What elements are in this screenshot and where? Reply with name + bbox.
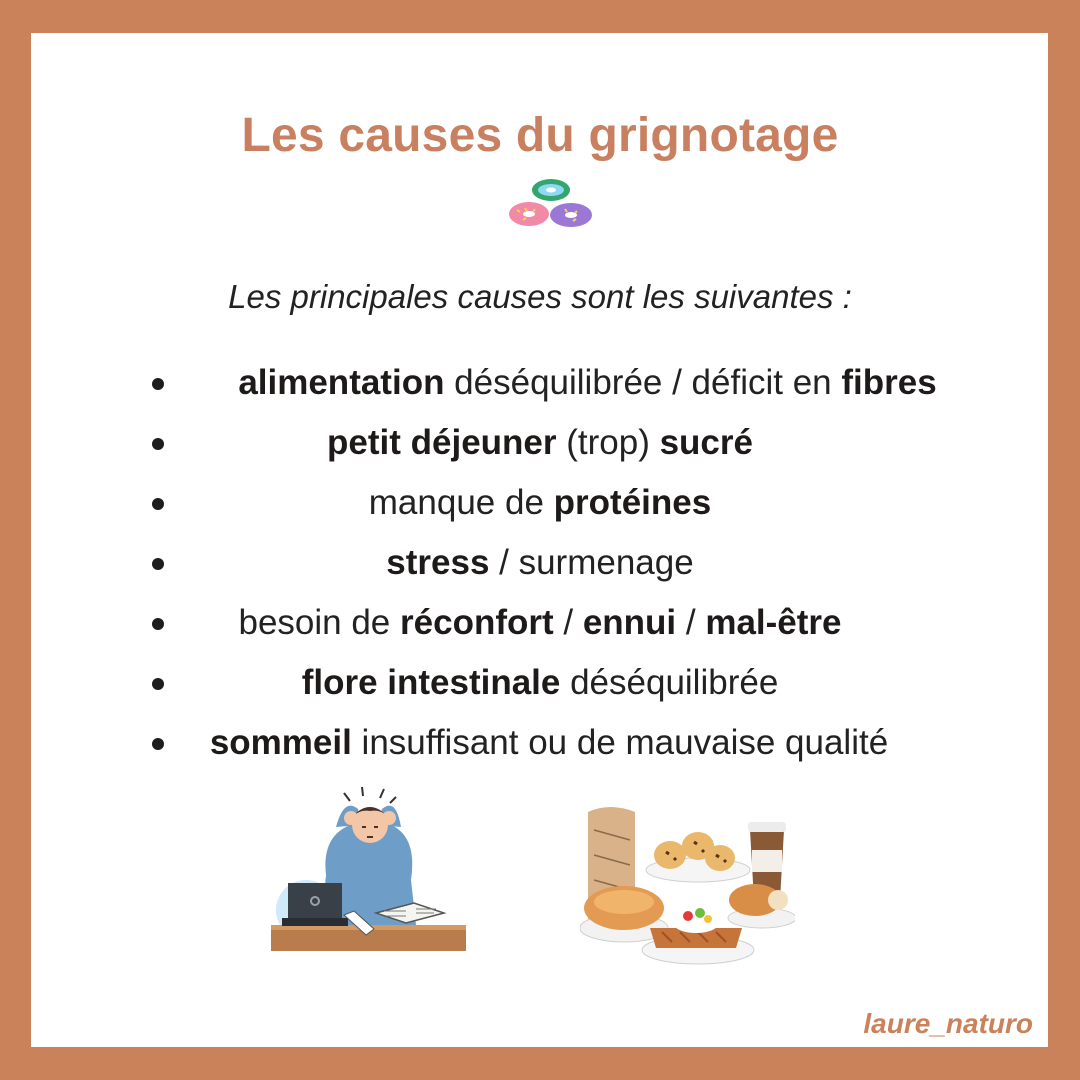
causes-list: alimentation déséquilibrée / déficit en … xyxy=(0,360,1080,780)
cause-item: manque de protéines xyxy=(0,480,1080,540)
cause-keyword: réconfort xyxy=(400,603,554,642)
cause-text: manque de protéines xyxy=(369,480,711,526)
bullet-icon xyxy=(152,498,164,510)
pastries-illustration xyxy=(580,807,795,965)
cause-detail: déséquilibrée xyxy=(560,663,779,702)
cause-text: besoin de réconfort / ennui / mal-être xyxy=(238,600,841,646)
cause-keyword: sommeil xyxy=(209,723,352,762)
cause-text: flore intestinale déséquilibrée xyxy=(302,660,779,706)
cause-keyword: mal-être xyxy=(705,603,842,642)
stressed-student-illustration xyxy=(271,786,466,951)
cause-keyword: alimentation xyxy=(238,363,445,402)
bullet-icon xyxy=(152,678,164,690)
cause-text: alimentation déséquilibrée / déficit en … xyxy=(143,360,936,406)
cause-detail: / xyxy=(676,603,706,642)
subtitle: Les principales causes sont les suivante… xyxy=(228,278,852,315)
cause-item: besoin de réconfort / ennui / mal-être xyxy=(0,600,1080,660)
cause-keyword: sucré xyxy=(659,423,753,462)
cause-item: alimentation déséquilibrée / déficit en … xyxy=(0,360,1080,420)
bullet-icon xyxy=(152,558,164,570)
cause-detail: déséquilibrée / déficit en xyxy=(444,363,842,402)
cause-keyword: stress xyxy=(386,543,490,582)
cause-item: stress / surmenage xyxy=(0,540,1080,600)
cause-item: flore intestinale déséquilibrée xyxy=(0,660,1080,720)
cause-detail: besoin de xyxy=(238,603,401,642)
page-title: Les causes du grignotage xyxy=(241,109,839,162)
bullet-icon xyxy=(152,438,164,450)
cause-item: sommeil insuffisant ou de mauvaise quali… xyxy=(0,720,1080,780)
bullet-icon xyxy=(152,378,164,390)
cause-text: stress / surmenage xyxy=(386,540,693,586)
donut-icon xyxy=(509,179,592,227)
cause-detail: insuffisant ou de mauvaise qualité xyxy=(351,723,889,762)
cause-keyword: ennui xyxy=(582,603,677,642)
cause-detail: manque de xyxy=(368,483,554,522)
bullet-icon xyxy=(152,618,164,630)
cause-item: petit déjeuner (trop) sucré xyxy=(0,420,1080,480)
author-handle: laure_naturo xyxy=(863,1008,1033,1039)
cause-text: petit déjeuner (trop) sucré xyxy=(327,420,753,466)
cause-detail: (trop) xyxy=(556,423,660,462)
cause-detail: / xyxy=(553,603,583,642)
cause-text: sommeil insuffisant ou de mauvaise quali… xyxy=(192,720,888,766)
cause-detail: / surmenage xyxy=(489,543,694,582)
cause-keyword: flore intestinale xyxy=(301,663,561,702)
bullet-icon xyxy=(152,738,164,750)
cause-keyword: petit déjeuner xyxy=(327,423,557,462)
cause-keyword: fibres xyxy=(841,363,937,402)
cause-keyword: protéines xyxy=(553,483,712,522)
